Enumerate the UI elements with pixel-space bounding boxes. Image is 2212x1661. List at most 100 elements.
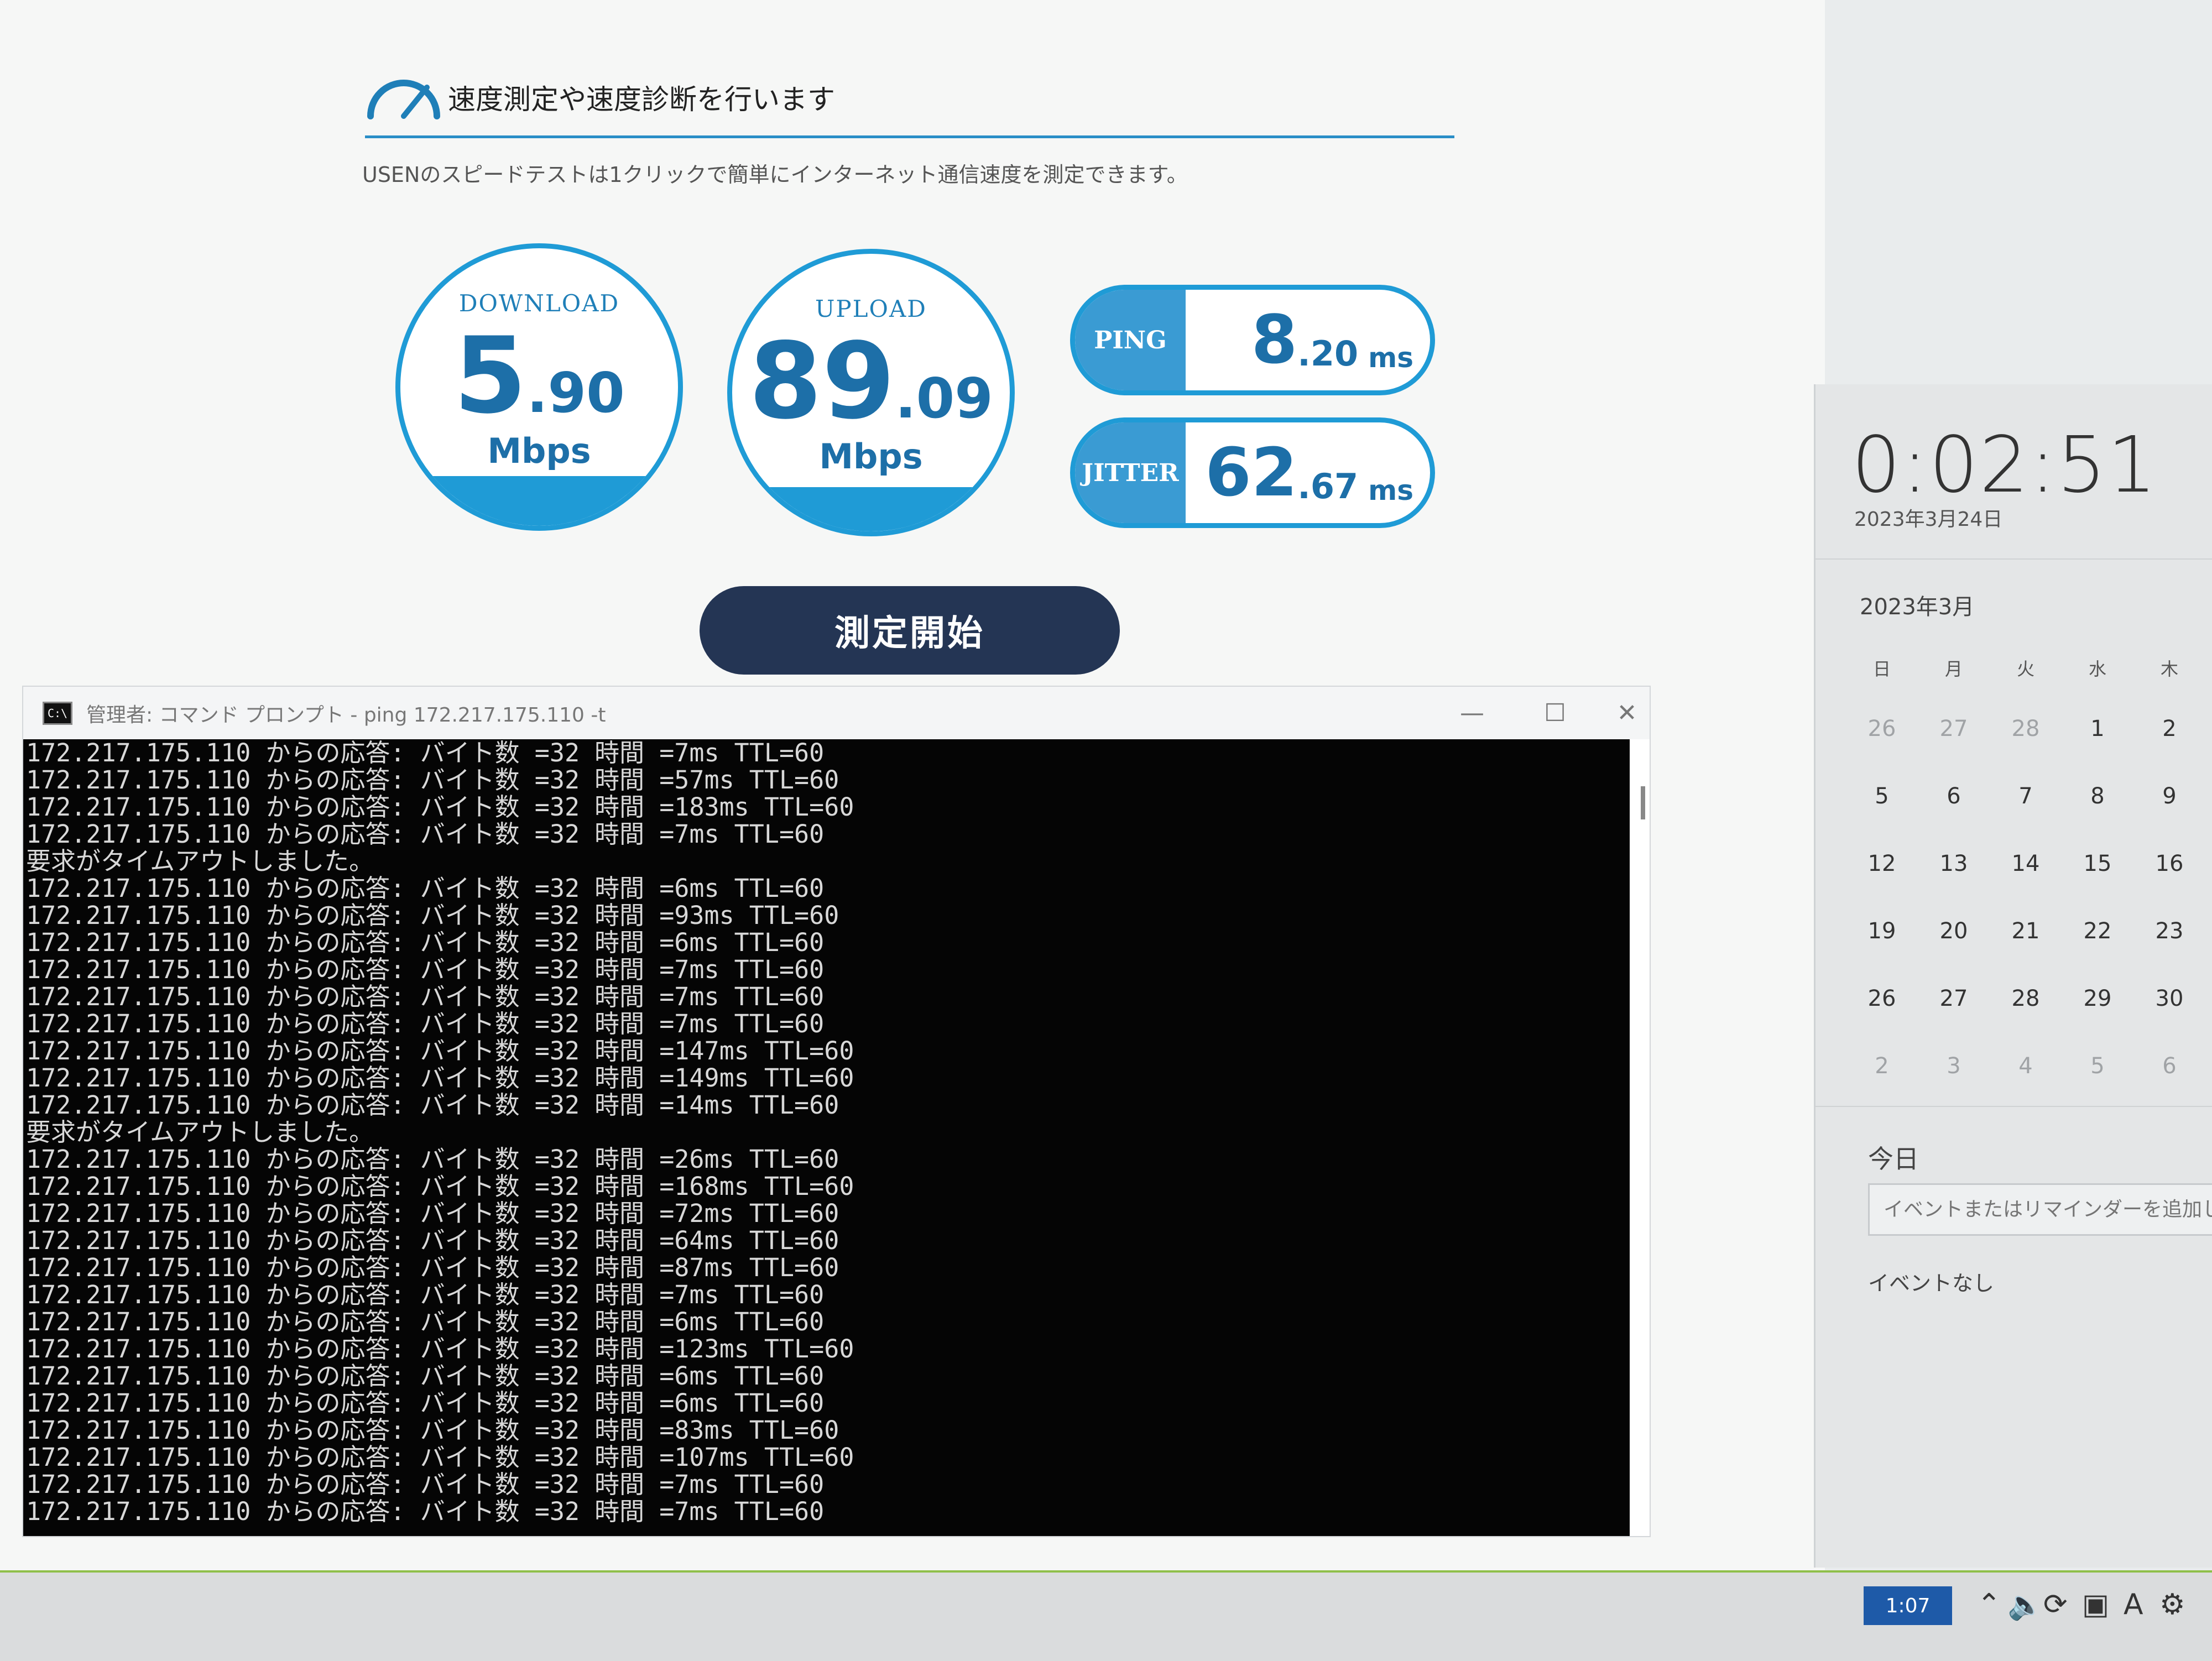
calendar-day[interactable]: 2 <box>1846 1053 1918 1079</box>
console-line: 172.217.175.110 からの応答: バイト数 =32 時間 =107m… <box>26 1443 854 1472</box>
console-line: 172.217.175.110 からの応答: バイト数 =32 時間 =64ms… <box>26 1226 839 1255</box>
speedometer-icon <box>367 80 440 119</box>
console-line: 172.217.175.110 からの応答: バイト数 =32 時間 =7ms … <box>26 982 825 1011</box>
console-scrollbar[interactable] <box>1641 786 1645 819</box>
ping-value-int: 8 <box>1251 302 1298 379</box>
sync-icon[interactable]: ⟳ <box>2043 1588 2068 1621</box>
calendar-day[interactable]: 26 <box>1846 986 1918 1011</box>
weekday-label: 月 <box>1944 659 1963 680</box>
download-value: 5.90 <box>400 315 678 437</box>
ping-unit: ms <box>1368 342 1413 374</box>
clock-date[interactable]: 2023年3月24日 <box>1854 503 2002 532</box>
calendar-day[interactable]: 30 <box>2133 986 2205 1011</box>
console-line: 172.217.175.110 からの応答: バイト数 =32 時間 =14ms… <box>26 1090 839 1120</box>
console-line: 172.217.175.110 からの応答: バイト数 =32 時間 =6ms … <box>26 928 825 957</box>
ping-value: 8 .20 ms <box>1251 290 1413 390</box>
calendar-day[interactable]: 13 <box>1918 851 1990 876</box>
console-line: 172.217.175.110 からの応答: バイト数 =32 時間 =26ms… <box>26 1145 839 1174</box>
console-line: 172.217.175.110 からの応答: バイト数 =32 時間 =7ms … <box>26 1470 825 1499</box>
console-line: 172.217.175.110 からの応答: バイト数 =32 時間 =7ms … <box>26 739 825 767</box>
console-line: 172.217.175.110 からの応答: バイト数 =32 時間 =147m… <box>26 1036 854 1065</box>
calendar-week: 12 13 14 15 16 <box>1846 851 2212 876</box>
calendar-day[interactable]: 5 <box>1846 784 1918 809</box>
calendar-day[interactable]: 26 <box>1846 716 1918 741</box>
console-line: 172.217.175.110 からの応答: バイト数 =32 時間 =7ms … <box>26 819 825 849</box>
calendar-day[interactable]: 19 <box>1846 918 1918 944</box>
calendar-day[interactable]: 20 <box>1918 918 1990 944</box>
calendar-day[interactable]: 8 <box>2062 784 2133 809</box>
ping-value-dec: .20 <box>1297 333 1359 374</box>
calendar-day[interactable]: 23 <box>2133 918 2205 944</box>
console-line: 172.217.175.110 からの応答: バイト数 =32 時間 =6ms … <box>26 1388 825 1418</box>
jitter-value: 62 .67 ms <box>1205 422 1413 523</box>
maximize-button[interactable]: ☐ <box>1522 692 1588 734</box>
no-events-text: イベントなし <box>1868 1271 1995 1296</box>
taskbar-clock[interactable]: 1:07 <box>1864 1586 1952 1625</box>
calendar-day[interactable]: 9 <box>2133 784 2205 809</box>
calendar-month[interactable]: 2023年3月 <box>1860 589 1974 621</box>
download-label: DOWNLOAD <box>458 290 620 317</box>
chevron-up-icon[interactable]: ⌃ <box>1977 1588 2001 1621</box>
calendar-day[interactable]: 21 <box>1990 918 2062 944</box>
console-line: 172.217.175.110 からの応答: バイト数 =32 時間 =7ms … <box>26 955 825 984</box>
upload-label: UPLOAD <box>815 295 927 322</box>
calendar-day[interactable]: 16 <box>2133 851 2205 876</box>
gear-icon[interactable]: ⚙ <box>2159 1588 2185 1621</box>
console-line: 172.217.175.110 からの応答: バイト数 =32 時間 =7ms … <box>26 1280 825 1309</box>
close-button[interactable]: ✕ <box>1605 692 1649 734</box>
console-line: 172.217.175.110 からの応答: バイト数 =32 時間 =149m… <box>26 1063 854 1093</box>
weekday-label: 木 <box>2160 659 2178 680</box>
calendar-day[interactable]: 15 <box>2062 851 2133 876</box>
calendar-day[interactable]: 22 <box>2062 918 2133 944</box>
upload-gauge: UPLOAD 89.09 Mbps <box>727 249 1015 536</box>
download-value-dec: .90 <box>526 361 625 425</box>
console-line: 172.217.175.110 からの応答: バイト数 =32 時間 =57ms… <box>26 765 839 795</box>
console-line: 172.217.175.110 からの応答: バイト数 =32 時間 =168m… <box>26 1172 854 1201</box>
calendar-day[interactable]: 6 <box>2133 1053 2205 1079</box>
minimize-button[interactable]: — <box>1439 692 1505 734</box>
calendar-day[interactable]: 1 <box>2062 716 2133 741</box>
terminal-icon: C:\ <box>43 701 72 725</box>
jitter-unit: ms <box>1368 474 1413 506</box>
calendar-week: 26 27 28 1 2 <box>1846 716 2212 741</box>
console-line: 172.217.175.110 からの応答: バイト数 =32 時間 =6ms … <box>26 1361 825 1391</box>
console-line: 要求がタイムアウトしました。 <box>26 847 374 876</box>
calendar-day[interactable]: 5 <box>2062 1053 2133 1079</box>
console-output[interactable]: 172.217.175.110 からの応答: バイト数 =32 時間 =7ms … <box>23 739 1630 1536</box>
calendar-day[interactable]: 4 <box>1990 1053 2062 1079</box>
cmd-titlebar[interactable]: C:\ 管理者: コマンド プロンプト - ping 172.217.175.1… <box>23 687 1650 739</box>
download-gauge: DOWNLOAD 5.90 Mbps <box>395 243 683 531</box>
calendar-day[interactable]: 7 <box>1990 784 2062 809</box>
weekday-label: 火 <box>2016 659 2034 680</box>
event-input[interactable] <box>1868 1183 2212 1236</box>
calendar-week: 26 27 28 29 30 <box>1846 986 2212 1011</box>
ime-icon[interactable]: A <box>2124 1588 2143 1621</box>
calendar-day[interactable]: 29 <box>2062 986 2133 1011</box>
calendar-day[interactable]: 28 <box>1990 716 2062 741</box>
upload-value-int: 89 <box>749 320 895 442</box>
clock-time: 0:02:51 <box>1851 420 2158 510</box>
network-icon[interactable]: ▣ <box>2082 1588 2109 1621</box>
calendar-day[interactable]: 2 <box>2133 716 2205 741</box>
calendar-day[interactable]: 3 <box>1918 1053 1990 1079</box>
calendar-day[interactable]: 27 <box>1918 716 1990 741</box>
calendar-day[interactable]: 14 <box>1990 851 2062 876</box>
calendar-day[interactable]: 28 <box>1990 986 2062 1011</box>
calendar-day[interactable]: 27 <box>1918 986 1990 1011</box>
calendar-day[interactable]: 6 <box>1918 784 1990 809</box>
upload-value: 89.09 <box>732 320 1010 442</box>
calendar-day[interactable]: 12 <box>1846 851 1918 876</box>
start-measurement-button[interactable]: 測定開始 <box>700 586 1120 675</box>
ping-result: PING 8 .20 ms <box>1070 285 1435 395</box>
speaker-muted-icon[interactable]: 🔈 <box>2007 1588 2043 1622</box>
console-line: 172.217.175.110 からの応答: バイト数 =32 時間 =7ms … <box>26 1009 825 1038</box>
command-prompt-window[interactable]: C:\ 管理者: コマンド プロンプト - ping 172.217.175.1… <box>22 686 1651 1537</box>
console-line: 172.217.175.110 からの応答: バイト数 =32 時間 =6ms … <box>26 1307 825 1336</box>
console-line: 172.217.175.110 からの応答: バイト数 =32 時間 =6ms … <box>26 874 825 903</box>
today-label: 今日 <box>1868 1144 1919 1174</box>
console-line: 172.217.175.110 からの応答: バイト数 =32 時間 =83ms… <box>26 1415 839 1445</box>
jitter-value-int: 62 <box>1205 435 1298 511</box>
weekday-label: 日 <box>1872 659 1891 680</box>
weekday-label: 水 <box>2088 659 2106 680</box>
jitter-label: JITTER <box>1075 422 1186 523</box>
